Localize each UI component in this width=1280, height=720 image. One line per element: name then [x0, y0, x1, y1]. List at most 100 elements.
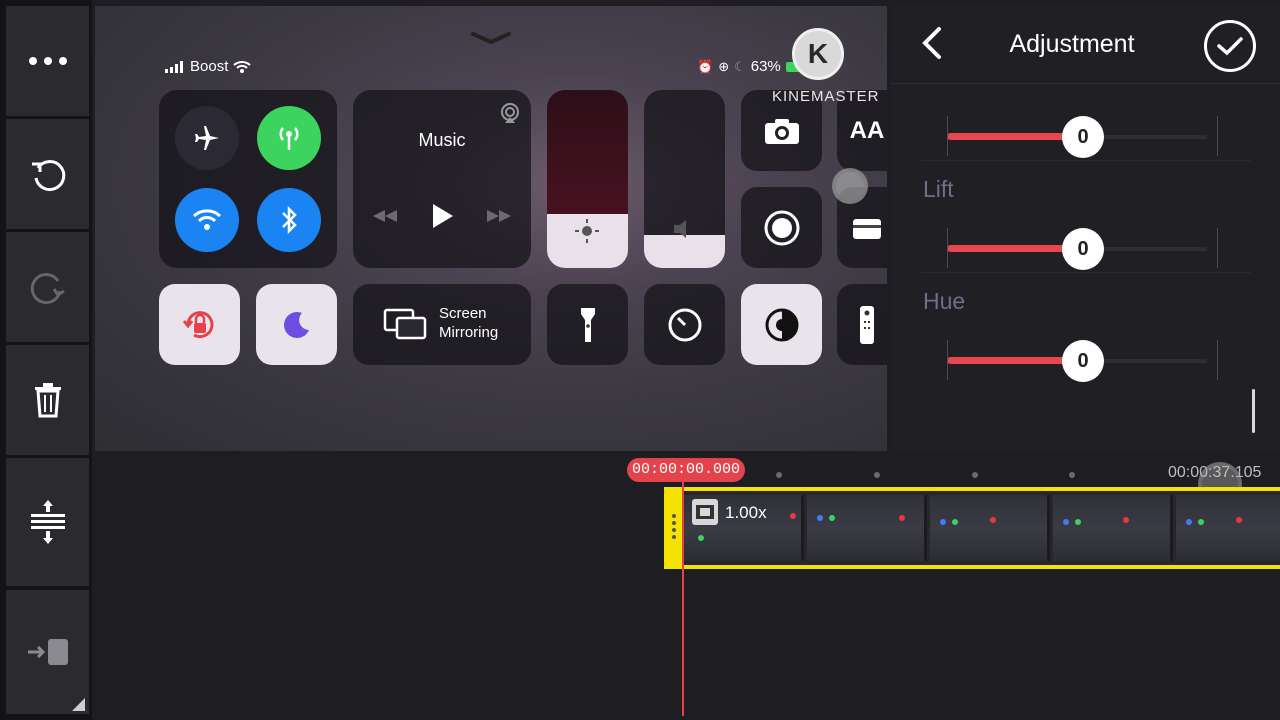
airplane-toggle[interactable]	[175, 106, 239, 170]
record-icon	[764, 210, 799, 245]
lift-label: Lift	[923, 176, 954, 202]
connectivity-module	[159, 90, 337, 268]
time-marker	[776, 472, 782, 478]
timeline-expand-button[interactable]	[6, 458, 89, 586]
more-button[interactable]	[6, 6, 89, 116]
hue-label: Hue	[923, 288, 966, 314]
video-clip[interactable]	[664, 487, 1280, 569]
moon-status-icon: ☾	[734, 58, 746, 74]
current-timecode: 00:00:00.000	[627, 458, 746, 482]
film-icon	[692, 499, 718, 525]
adjustment-slider-0[interactable]: 0	[921, 110, 1251, 162]
screen-mirroring-tile[interactable]: Screen Mirroring	[353, 284, 531, 365]
rewind-icon[interactable]	[371, 208, 399, 224]
slider-knob[interactable]: 0	[1062, 228, 1104, 270]
bluetooth-toggle[interactable]	[257, 188, 321, 252]
wallet-icon	[853, 218, 881, 239]
music-module[interactable]: Music	[353, 90, 531, 268]
panel-title: Adjustment	[1009, 30, 1135, 58]
volume-slider[interactable]	[644, 90, 725, 268]
logo-letter: K	[807, 38, 829, 69]
wifi-icon	[192, 209, 222, 230]
left-toolbar	[0, 0, 92, 720]
camera-icon	[764, 118, 799, 144]
screen-mirroring-label: Screen Mirroring	[439, 304, 498, 342]
screen-record-tile[interactable]	[741, 187, 822, 268]
fast-forward-icon[interactable]	[485, 208, 513, 224]
do-not-disturb-tile[interactable]	[256, 284, 337, 365]
playhead[interactable]	[682, 478, 684, 716]
brightness-slider[interactable]	[547, 90, 628, 268]
carrier-name: Boost	[190, 58, 229, 75]
wifi-toggle[interactable]	[175, 188, 239, 252]
time-marker	[1069, 472, 1075, 478]
kinemaster-watermark: KINEMASTER	[772, 88, 880, 105]
dark-mode-tile[interactable]	[741, 284, 822, 365]
remote-tile[interactable]	[837, 284, 887, 365]
adjustment-panel: Adjustment 0 Lift 0 Hue 0	[891, 6, 1280, 451]
timeline-expand-icon	[30, 500, 65, 544]
slider-fill	[947, 245, 1077, 252]
status-right: ⏰ ⊕ ☾ 63%	[697, 58, 800, 75]
screen-mirroring-icon	[383, 308, 427, 340]
slider-min-tick	[947, 340, 948, 380]
lock-rotation-icon: ⊕	[718, 58, 730, 74]
slider-fill	[947, 357, 1077, 364]
redo-button[interactable]	[6, 232, 89, 342]
video-preview[interactable]: Boost ⏰ ⊕ ☾ 63% Music AA Screen Mirrorin…	[95, 6, 887, 451]
undo-button[interactable]	[6, 119, 89, 229]
cellular-toggle[interactable]	[257, 106, 321, 170]
slider-min-tick	[947, 228, 948, 268]
clip-thumbnail	[930, 495, 1050, 561]
antenna-icon	[279, 127, 299, 150]
slider-knob[interactable]: 0	[1062, 340, 1104, 382]
battery-percent: 63%	[750, 58, 781, 75]
confirm-button[interactable]	[1204, 20, 1256, 72]
rotation-lock-icon	[182, 310, 213, 338]
play-icon[interactable]	[431, 203, 455, 229]
clip-thumbnail	[807, 495, 927, 561]
text-size-label: AA	[849, 116, 885, 144]
undo-icon	[31, 160, 65, 192]
signal-icon	[165, 60, 183, 73]
moon-icon	[283, 311, 309, 338]
divider	[921, 272, 1251, 273]
resize-corner-icon[interactable]	[72, 698, 85, 711]
more-icon	[28, 57, 67, 65]
rotation-lock-tile[interactable]	[159, 284, 240, 365]
clip-thumbnail	[1053, 495, 1173, 561]
slider-knob[interactable]: 0	[1062, 116, 1104, 158]
touch-indicator	[832, 168, 868, 204]
wifi-status-icon	[233, 61, 252, 73]
panel-scrollbar[interactable]	[1252, 389, 1255, 433]
screen-mirroring-line1: Screen	[439, 305, 487, 322]
slider-fill	[947, 133, 1077, 140]
hue-slider[interactable]: 0	[931, 334, 1221, 386]
lift-slider[interactable]: 0	[921, 222, 1251, 274]
airplane-icon	[195, 126, 219, 150]
status-carrier: Boost	[165, 58, 252, 75]
clip-trim-handle[interactable]	[664, 487, 684, 569]
delete-button[interactable]	[6, 345, 89, 455]
bluetooth-icon	[282, 205, 297, 235]
export-button[interactable]	[6, 590, 89, 714]
timer-tile[interactable]	[644, 284, 725, 365]
timer-icon	[668, 308, 701, 341]
clip-thumbnail	[1176, 495, 1280, 561]
flashlight-tile[interactable]	[547, 284, 628, 365]
slider-max-tick	[1217, 228, 1218, 268]
brightness-icon	[575, 219, 599, 243]
grip-icon	[672, 514, 676, 539]
flashlight-icon	[580, 307, 595, 342]
screen-mirroring-line2: Mirroring	[439, 324, 499, 341]
export-icon	[27, 639, 68, 665]
app-root: Boost ⏰ ⊕ ☾ 63% Music AA Screen Mirrorin…	[0, 0, 1280, 720]
check-icon	[1217, 37, 1243, 56]
chevron-down-icon	[471, 32, 511, 45]
speaker-icon	[674, 220, 686, 238]
slider-min-tick	[947, 116, 948, 156]
contrast-icon	[765, 308, 798, 341]
clip-speed: 1.00x	[725, 503, 767, 522]
slider-max-tick	[1217, 340, 1218, 380]
airplay-icon[interactable]	[499, 102, 521, 124]
